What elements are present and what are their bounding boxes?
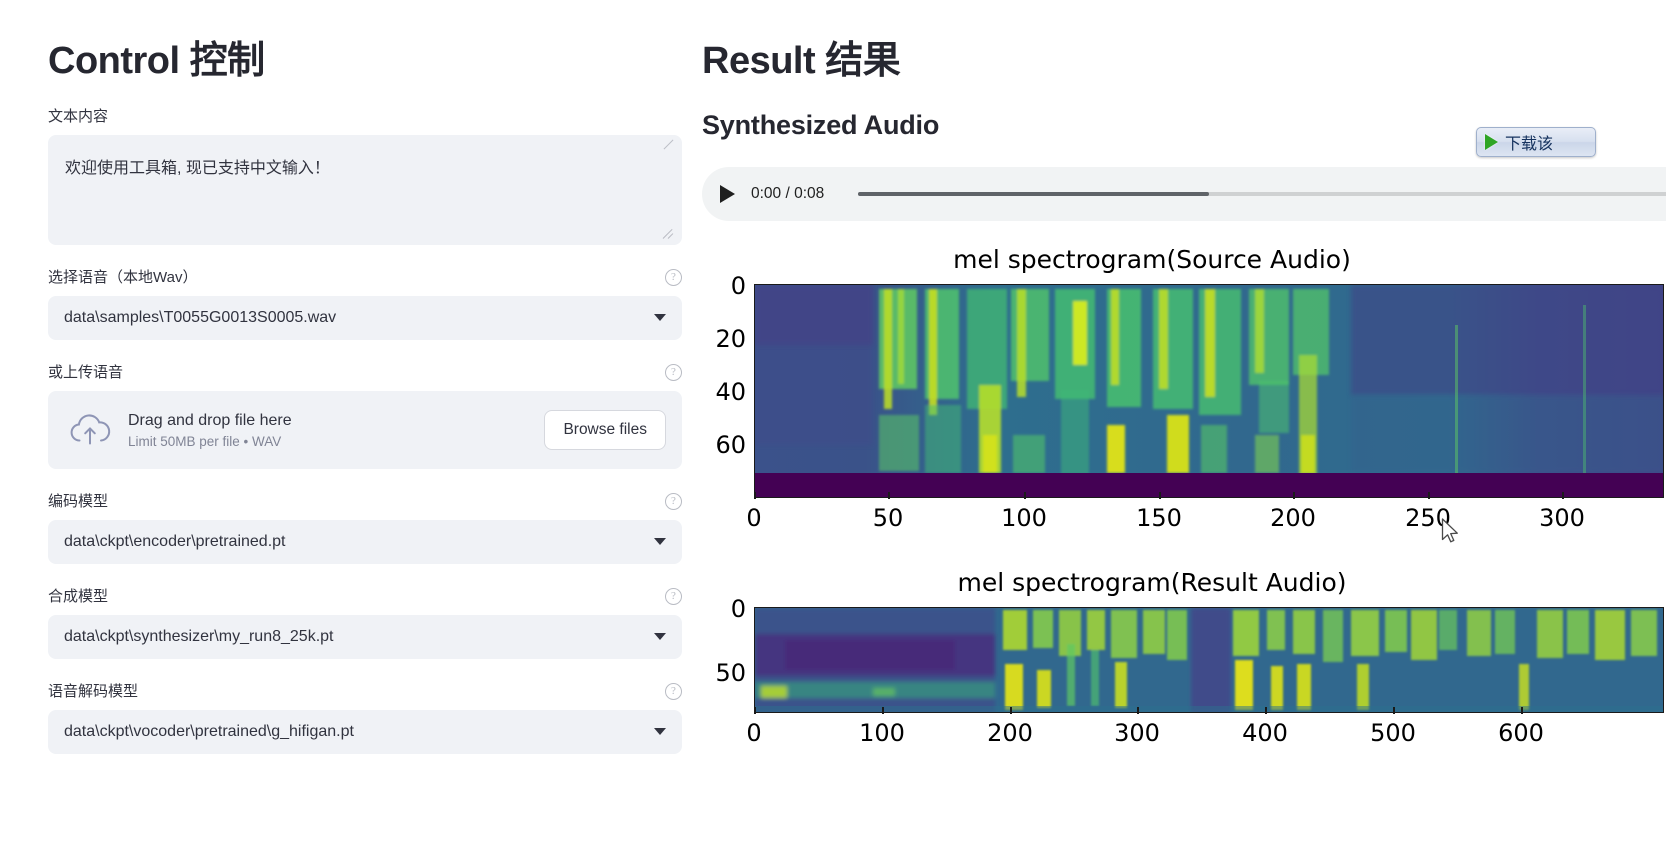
x-tick-result-300: 300 bbox=[1114, 718, 1160, 747]
help-icon-upload-voice[interactable]: ? bbox=[665, 363, 682, 381]
label-row-text-content: 文本内容 bbox=[48, 106, 682, 127]
page-title-result: Result 结果 bbox=[702, 40, 1666, 84]
x-tick-source-100: 100 bbox=[1001, 503, 1047, 532]
label-synthesizer-model: 合成模型 bbox=[48, 587, 109, 605]
label-row-synthesizer-model: 合成模型 ? bbox=[48, 586, 682, 607]
page-title-result-cjk: 结果 bbox=[825, 40, 901, 82]
y-tick-result-0: 0 bbox=[730, 594, 746, 623]
text-content-value: 欢迎使用工具箱, 现已支持中文输入！ bbox=[65, 159, 330, 177]
audio-player[interactable]: 0:00 / 0:08 bbox=[702, 166, 1666, 221]
y-axis-result: 0 50 bbox=[702, 595, 754, 713]
result-panel: Result 结果 Synthesized Audio 0:00 / 0:08 … bbox=[690, 0, 1666, 844]
page-title-control-cjk: 控制 bbox=[189, 40, 266, 82]
vocoder-model-value: data\ckpt\vocoder\pretrained\g_hifigan.p… bbox=[64, 722, 354, 740]
streamlit-app: Control 控制 文本内容 欢迎使用工具箱, 现已支持中文输入！ 选择语音（… bbox=[0, 0, 1666, 844]
spectrogram-svg-source bbox=[755, 284, 1663, 497]
x-tick-source-50: 50 bbox=[872, 503, 904, 532]
label-row-voice-select: 选择语音（本地Wav） ? bbox=[48, 267, 682, 288]
uploader-limit-text: Limit 50MB per file • WAV bbox=[128, 434, 282, 450]
uploader-primary-text: Drag and drop file here bbox=[128, 411, 292, 429]
download-audio-button[interactable]: 下载该 bbox=[1476, 127, 1596, 157]
x-tick-result-600: 600 bbox=[1498, 718, 1544, 747]
y-tick-result-50: 50 bbox=[715, 658, 746, 687]
synthesizer-model-value: data\ckpt\synthesizer\my_run8_25k.pt bbox=[64, 627, 334, 645]
chevron-down-icon-synthesizer-model bbox=[654, 633, 666, 641]
browse-files-button[interactable]: Browse files bbox=[544, 409, 666, 450]
label-row-vocoder-model: 语音解码模型 ? bbox=[48, 681, 682, 702]
x-tick-source-200: 200 bbox=[1270, 503, 1316, 532]
chevron-down-icon-encoder-model bbox=[654, 538, 666, 546]
label-upload-voice: 或上传语音 bbox=[48, 363, 124, 381]
x-tick-source-0: 0 bbox=[746, 503, 762, 532]
field-upload-voice: 或上传语音 ? Drag and drop file here Limit 50… bbox=[48, 362, 690, 469]
file-uploader-dropzone[interactable]: Drag and drop file here Limit 50MB per f… bbox=[48, 390, 682, 469]
x-tick-result-400: 400 bbox=[1242, 718, 1288, 747]
field-synthesizer-model: 合成模型 ? data\ckpt\synthesizer\my_run8_25k… bbox=[48, 586, 690, 659]
help-icon-encoder-model[interactable]: ? bbox=[665, 492, 682, 510]
voice-select[interactable]: data\samples\T0055G0013S0005.wav bbox=[48, 295, 682, 340]
textarea-resize-handle-icon[interactable] bbox=[664, 228, 676, 240]
label-vocoder-model: 语音解码模型 bbox=[48, 682, 139, 700]
uploader-texts: Drag and drop file here Limit 50MB per f… bbox=[128, 410, 544, 450]
textarea-top-grip-icon bbox=[663, 138, 675, 148]
chart-title-result: mel spectrogram(Result Audio) bbox=[957, 567, 1347, 597]
encoder-model-value: data\ckpt\encoder\pretrained.pt bbox=[64, 532, 286, 550]
spectrogram-svg-result bbox=[755, 607, 1663, 712]
page-title-control-en: Control bbox=[48, 40, 190, 82]
help-icon-voice-select[interactable]: ? bbox=[665, 268, 682, 286]
chart-mel-spectrogram-source: mel spectrogram(Source Audio) 0 20 40 60 bbox=[702, 245, 1666, 532]
field-vocoder-model: 语音解码模型 ? data\ckpt\vocoder\pretrained\g_… bbox=[48, 681, 690, 754]
field-encoder-model: 编码模型 ? data\ckpt\encoder\pretrained.pt bbox=[48, 491, 690, 564]
field-voice-select: 选择语音（本地Wav） ? data\samples\T0055G0013S00… bbox=[48, 267, 690, 340]
y-tick-source-40: 40 bbox=[715, 377, 746, 406]
chevron-down-icon-vocoder-model bbox=[654, 728, 666, 736]
text-content-textarea[interactable]: 欢迎使用工具箱, 现已支持中文输入！ bbox=[48, 134, 682, 245]
field-text-content: 文本内容 欢迎使用工具箱, 现已支持中文输入！ bbox=[48, 106, 690, 245]
voice-select-value: data\samples\T0055G0013S0005.wav bbox=[64, 308, 337, 326]
page-title-control: Control 控制 bbox=[48, 40, 690, 84]
label-voice-select: 选择语音（本地Wav） bbox=[48, 268, 198, 286]
green-play-triangle-icon bbox=[1485, 134, 1498, 150]
chart-title-source: mel spectrogram(Source Audio) bbox=[953, 244, 1351, 274]
page-title-result-en: Result bbox=[702, 40, 826, 82]
x-tick-source-150: 150 bbox=[1136, 503, 1182, 532]
x-axis-source: 0 50 100 150 200 250 300 bbox=[746, 491, 1664, 532]
chevron-down-icon-voice-select bbox=[654, 314, 666, 322]
x-tick-source-250: 250 bbox=[1405, 503, 1451, 532]
y-tick-source-60: 60 bbox=[715, 430, 746, 459]
audio-time-display: 0:00 / 0:08 bbox=[751, 184, 825, 202]
encoder-model-select[interactable]: data\ckpt\encoder\pretrained.pt bbox=[48, 519, 682, 564]
chart-mel-spectrogram-result: mel spectrogram(Result Audio) 0 50 0 100… bbox=[702, 568, 1666, 747]
label-encoder-model: 编码模型 bbox=[48, 492, 109, 510]
y-tick-source-0: 0 bbox=[730, 271, 746, 300]
audio-progress-fill bbox=[858, 191, 1210, 196]
download-audio-label: 下载该 bbox=[1505, 136, 1554, 153]
cloud-upload-icon bbox=[68, 411, 112, 449]
spectrogram-image-result bbox=[754, 606, 1664, 713]
x-tick-result-200: 200 bbox=[987, 718, 1033, 747]
x-tick-result-100: 100 bbox=[859, 718, 905, 747]
x-axis-result: 0 100 200 300 400 500 600 bbox=[746, 706, 1664, 747]
y-axis-source: 0 20 40 60 bbox=[702, 272, 754, 498]
y-tick-source-20: 20 bbox=[715, 324, 746, 353]
x-tick-source-300: 300 bbox=[1539, 503, 1585, 532]
help-icon-vocoder-model[interactable]: ? bbox=[665, 682, 682, 700]
x-tick-result-500: 500 bbox=[1370, 718, 1416, 747]
control-panel: Control 控制 文本内容 欢迎使用工具箱, 现已支持中文输入！ 选择语音（… bbox=[0, 0, 690, 844]
help-icon-synthesizer-model[interactable]: ? bbox=[665, 587, 682, 605]
play-icon[interactable] bbox=[720, 184, 735, 203]
synthesizer-model-select[interactable]: data\ckpt\synthesizer\my_run8_25k.pt bbox=[48, 614, 682, 659]
label-row-encoder-model: 编码模型 ? bbox=[48, 491, 682, 512]
audio-progress-slider[interactable] bbox=[858, 191, 1666, 196]
x-tick-result-0: 0 bbox=[746, 718, 762, 747]
vocoder-model-select[interactable]: data\ckpt\vocoder\pretrained\g_hifigan.p… bbox=[48, 709, 682, 754]
label-row-upload-voice: 或上传语音 ? bbox=[48, 362, 682, 383]
label-text-content: 文本内容 bbox=[48, 107, 109, 125]
spectrogram-image-source bbox=[754, 283, 1664, 498]
